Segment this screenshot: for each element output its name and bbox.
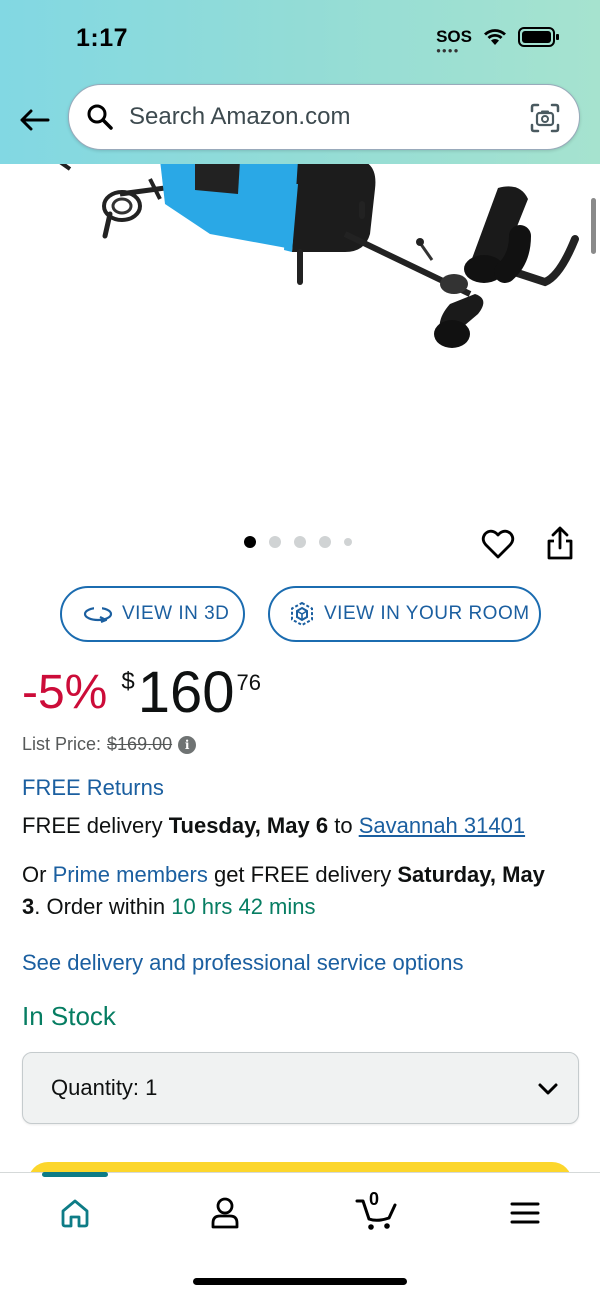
- list-price-value: $169.00: [107, 734, 173, 754]
- ar-cube-icon: [291, 601, 313, 627]
- price-currency: $: [121, 668, 135, 695]
- sos-indicator: SOS ●●●●: [436, 27, 472, 55]
- image-carousel-dots[interactable]: [244, 536, 352, 548]
- carousel-dot-5[interactable]: [344, 538, 352, 546]
- free-returns-link[interactable]: FREE Returns: [22, 772, 164, 804]
- prime-delivery-date-cont: 3: [22, 894, 35, 919]
- quantity-select[interactable]: Quantity: 1: [22, 1052, 579, 1124]
- prime-free-text: get FREE delivery: [213, 862, 392, 887]
- discount-percent: -5%: [22, 666, 108, 719]
- inversion-table-image: [59, 164, 579, 348]
- home-indicator: [193, 1278, 407, 1285]
- signal-dots-icon: ●●●●: [436, 46, 460, 55]
- stock-status: In Stock: [22, 1001, 116, 1031]
- carousel-dot-2[interactable]: [269, 536, 281, 548]
- active-tab-indicator: [42, 1172, 108, 1177]
- view-in-3d-label: VIEW IN 3D: [122, 603, 230, 624]
- sos-label: SOS: [436, 27, 472, 46]
- prime-delivery-date: Saturday, May: [397, 862, 545, 887]
- prime-or-text: Or: [22, 862, 47, 887]
- share-icon[interactable]: [543, 524, 577, 562]
- search-input[interactable]: Search Amazon.com: [68, 84, 580, 150]
- product-image[interactable]: [0, 164, 600, 514]
- nav-menu[interactable]: [495, 1191, 555, 1235]
- home-icon: [61, 1199, 89, 1228]
- order-within-text: . Order within: [34, 894, 166, 919]
- price-block: -5% $ 160 76: [22, 660, 261, 726]
- search-placeholder: Search Amazon.com: [129, 103, 351, 130]
- prime-delivery-line: Or Prime members get FREE delivery Satur…: [22, 859, 582, 923]
- order-countdown: 10 hrs 42 mins: [171, 894, 316, 919]
- nav-cart[interactable]: 0: [345, 1189, 409, 1235]
- delivery-service-options-link[interactable]: See delivery and professional service op…: [22, 947, 463, 979]
- carousel-dot-4[interactable]: [319, 536, 331, 548]
- search-icon: [85, 102, 115, 132]
- status-time: 1:17: [76, 24, 129, 52]
- back-arrow-icon[interactable]: [14, 100, 54, 140]
- delivery-date: Tuesday, May 6: [168, 813, 329, 838]
- scrollbar[interactable]: [591, 198, 596, 254]
- delivery-location-link[interactable]: Savannah 31401: [359, 813, 525, 838]
- quantity-value: 1: [145, 1075, 158, 1100]
- person-icon: [211, 1197, 239, 1229]
- status-icons: SOS ●●●●: [436, 26, 560, 55]
- view-in-your-room-label: VIEW IN YOUR ROOM: [324, 603, 530, 624]
- nav-account[interactable]: [195, 1191, 255, 1235]
- chevron-down-icon: [538, 1083, 558, 1095]
- view-in-3d-button[interactable]: VIEW IN 3D: [60, 586, 245, 642]
- cart-count: 0: [369, 1189, 380, 1209]
- carousel-dot-3[interactable]: [294, 536, 306, 548]
- price-whole: 160: [137, 660, 235, 725]
- camera-search-icon[interactable]: [529, 102, 561, 134]
- list-price-label: List Price:: [22, 734, 102, 754]
- price-fraction: 76: [236, 670, 261, 695]
- battery-icon: [518, 27, 559, 47]
- prime-members-link[interactable]: Prime members: [53, 862, 208, 887]
- heart-icon[interactable]: [480, 526, 516, 562]
- nav-home[interactable]: [45, 1191, 105, 1235]
- wifi-icon: [484, 29, 506, 45]
- list-price: List Price: $169.00 i: [22, 734, 197, 755]
- delivery-to-text: to: [334, 813, 353, 838]
- info-icon[interactable]: i: [178, 735, 197, 754]
- view-in-your-room-button[interactable]: VIEW IN YOUR ROOM: [268, 586, 541, 642]
- quantity-label: Quantity:: [51, 1075, 140, 1100]
- hamburger-menu-icon: [510, 1202, 540, 1224]
- app-header: 1:17 SOS ●●●● Search Amazon.com: [0, 0, 600, 164]
- free-delivery-text: FREE delivery: [22, 813, 163, 838]
- rotate-3d-icon: [83, 606, 113, 624]
- carousel-dot-1[interactable]: [244, 536, 256, 548]
- delivery-line: FREE delivery Tuesday, May 6 to Savannah…: [22, 810, 525, 842]
